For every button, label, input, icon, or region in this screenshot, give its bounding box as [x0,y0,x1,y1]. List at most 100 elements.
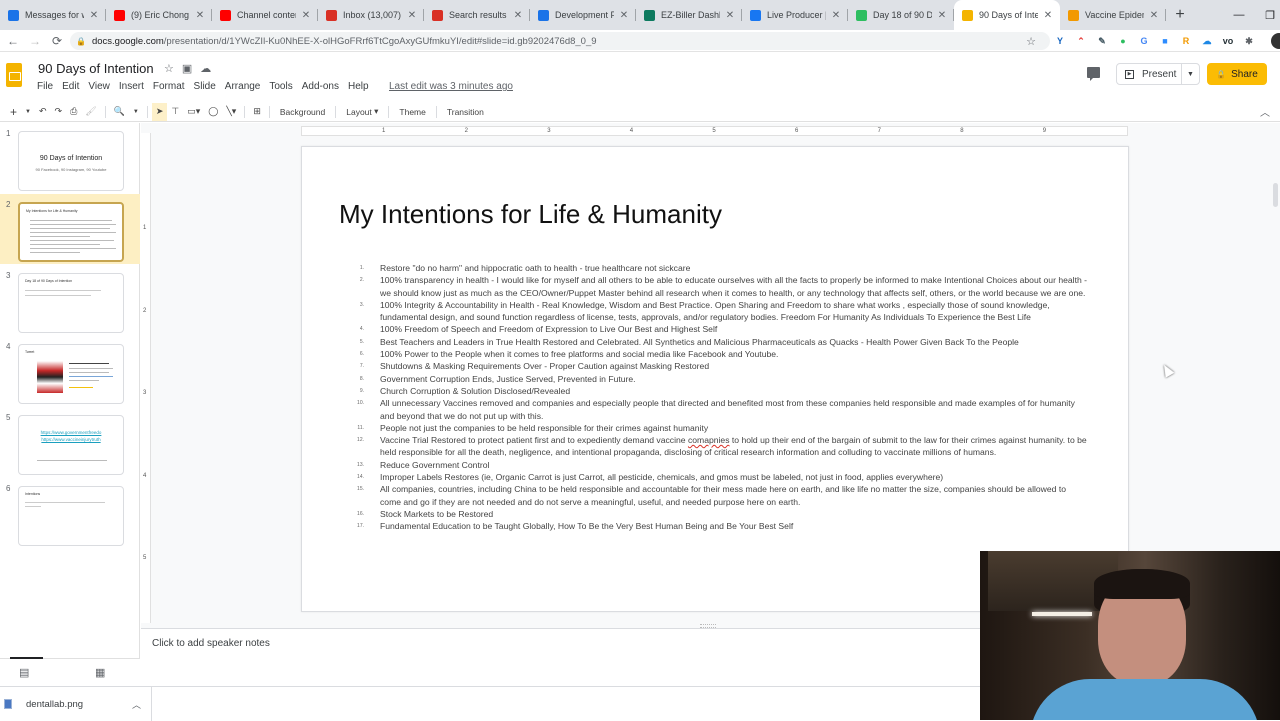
browser-tab[interactable]: EZ-Biller Dashbo ✕ [636,0,742,30]
browser-tab[interactable]: Channel conten ✕ [212,0,318,30]
select-tool-icon[interactable]: ➤ [151,102,168,121]
translate-icon[interactable]: G [1136,33,1152,49]
list-item-number: 14. [357,474,364,481]
menu-add-ons[interactable]: Add-ons [302,81,339,92]
grid-view-icon[interactable]: ▦ [95,666,105,679]
evernote-icon[interactable]: ● [1115,33,1131,49]
slide-title[interactable]: My Intentions for Life & Humanity [339,199,722,230]
zoom-icon[interactable]: 🔍 [110,103,129,121]
menu-tools[interactable]: Tools [269,81,292,92]
download-item[interactable]: dentallab.png ︿ [0,687,152,721]
zoom-icon[interactable]: ■ [1157,33,1173,49]
browser-tab[interactable]: Messages for w ✕ [0,0,106,30]
close-tab-icon[interactable]: ✕ [936,10,948,21]
share-button[interactable]: 🔒 Share [1207,63,1267,85]
list-item-text: 100% Power to the People when it comes t… [380,349,779,360]
slide-thumbnail-5[interactable]: 5 https://www.governmentfreedo https://w… [0,407,140,477]
last-edit-link[interactable]: Last edit was 3 minutes ago [389,81,513,92]
browser-tab[interactable]: (9) Eric Chong - ✕ [106,0,212,30]
close-tab-icon[interactable]: ✕ [830,10,842,21]
background-button[interactable]: Background [274,103,331,121]
theme-button[interactable]: Theme [393,103,431,121]
list-item-text: All unnecessary Vaccines removed and com… [380,398,1075,421]
close-tab-icon[interactable]: ✕ [1042,10,1054,21]
eyedropper-icon[interactable]: ✎ [1094,33,1110,49]
menu-help[interactable]: Help [348,81,369,92]
vertical-ruler[interactable]: 1 2 3 4 5 [141,133,151,623]
filmstrip-view-icon[interactable]: ▤ [19,666,29,679]
undo-icon[interactable]: ↶ [35,103,51,121]
layout-button[interactable]: Layout ▾ [340,103,384,121]
close-tab-icon[interactable]: ✕ [512,10,524,21]
close-tab-icon[interactable]: ✕ [88,10,100,21]
browser-tab[interactable]: Vaccine Epidem ✕ [1060,0,1166,30]
slide-thumbnail-1[interactable]: 1 90 Days of Intention 90 Facebook, 90 I… [0,123,140,193]
insert-comment-icon[interactable]: ⊞ [249,103,265,121]
menu-edit[interactable]: Edit [62,81,79,92]
transition-button[interactable]: Transition [441,103,490,121]
browser-tab[interactable]: Development P ✕ [530,0,636,30]
close-tab-icon[interactable]: ✕ [406,10,418,21]
maximize-button[interactable]: ❐ [1250,0,1280,30]
slides-logo-icon[interactable] [6,63,22,87]
cloud-status-icon[interactable]: ☁ [200,62,211,75]
browser-tab[interactable]: Live Producer | ✕ [742,0,848,30]
shape-icon[interactable]: ◯ [204,103,222,121]
present-button[interactable]: ▶ Present ▼ [1116,63,1200,85]
line-icon[interactable]: ╲▾ [222,103,240,121]
new-slide-layout-dropdown[interactable]: ▼ [21,103,35,121]
new-tab-button[interactable]: + [1166,0,1194,30]
r-extension-icon[interactable]: R [1178,33,1194,49]
back-button[interactable]: ← [2,30,24,52]
browser-tab[interactable]: 90 Days of Inter ✕ [954,0,1060,30]
menu-slide[interactable]: Slide [194,81,216,92]
vertical-scrollbar[interactable] [1273,183,1278,207]
menu-arrange[interactable]: Arrange [225,81,261,92]
menu-file[interactable]: File [37,81,53,92]
cloud-icon[interactable]: ☁ [1199,33,1215,49]
slide-canvas[interactable]: My Intentions for Life & Humanity 1. Rest… [301,146,1129,612]
reload-button[interactable]: ⟳ [46,30,68,52]
slide-thumbnail-6[interactable]: 6 Intentions [0,478,140,548]
collapse-menus-icon[interactable]: ︿ [1260,104,1270,119]
list-item-number: 2. [359,277,364,284]
misspelled-word[interactable]: comapnies [688,435,730,445]
slide-thumbnail-3[interactable]: 3 Day 18 of 90 Days of Intention [0,265,140,335]
zoom-dropdown[interactable]: ▼ [129,103,143,121]
menu-format[interactable]: Format [153,81,185,92]
y-extension-icon[interactable]: Y [1052,33,1068,49]
bookmark-star-icon[interactable]: ☆ [1026,35,1036,48]
puzzle-icon[interactable]: ✱ [1241,33,1257,49]
star-icon[interactable]: ☆ [164,62,174,75]
insert-image-icon[interactable]: ▭▾ [183,103,204,121]
browser-tab[interactable]: Day 18 of 90 Da ✕ [848,0,954,30]
download-options-chevron-icon[interactable]: ︿ [132,698,141,711]
new-slide-button[interactable]: + [6,103,21,121]
slide-thumbnail-2[interactable]: 2 My Intentions for Life & Humanity [0,194,140,264]
close-tab-icon[interactable]: ✕ [618,10,630,21]
document-title[interactable]: 90 Days of Intention [38,61,154,76]
profile-avatar[interactable] [1271,33,1280,49]
text-box-icon[interactable]: ⊤ [167,103,183,121]
browser-tab[interactable]: Inbox (13,007) - ✕ [318,0,424,30]
close-tab-icon[interactable]: ✕ [724,10,736,21]
chart-extension-icon[interactable]: ⌃ [1073,33,1089,49]
horizontal-ruler[interactable]: 1 2 3 4 5 6 7 8 9 [301,126,1128,136]
close-tab-icon[interactable]: ✕ [1148,10,1160,21]
paint-format-icon[interactable]: 🖌 [81,103,100,121]
vo-extension-icon[interactable]: vo [1220,33,1236,49]
menu-view[interactable]: View [88,81,110,92]
print-icon[interactable]: ⎙ [66,103,81,121]
close-tab-icon[interactable]: ✕ [194,10,206,21]
forward-button[interactable]: → [24,30,46,52]
present-options-dropdown[interactable]: ▼ [1181,64,1199,84]
menu-insert[interactable]: Insert [119,81,144,92]
redo-icon[interactable]: ↷ [51,103,67,121]
comments-icon[interactable] [1087,67,1100,81]
move-folder-icon[interactable]: ▣ [182,62,192,75]
url-input[interactable]: 🔒 docs.google.com/presentation/d/1YWcZIl… [70,32,1050,50]
slide-thumbnail-4[interactable]: 4 Tweet [0,336,140,406]
intentions-list[interactable]: 1. Restore "do no harm" and hippocratic o… [354,262,1089,533]
browser-tab[interactable]: Search results - ✕ [424,0,530,30]
close-tab-icon[interactable]: ✕ [300,10,312,21]
